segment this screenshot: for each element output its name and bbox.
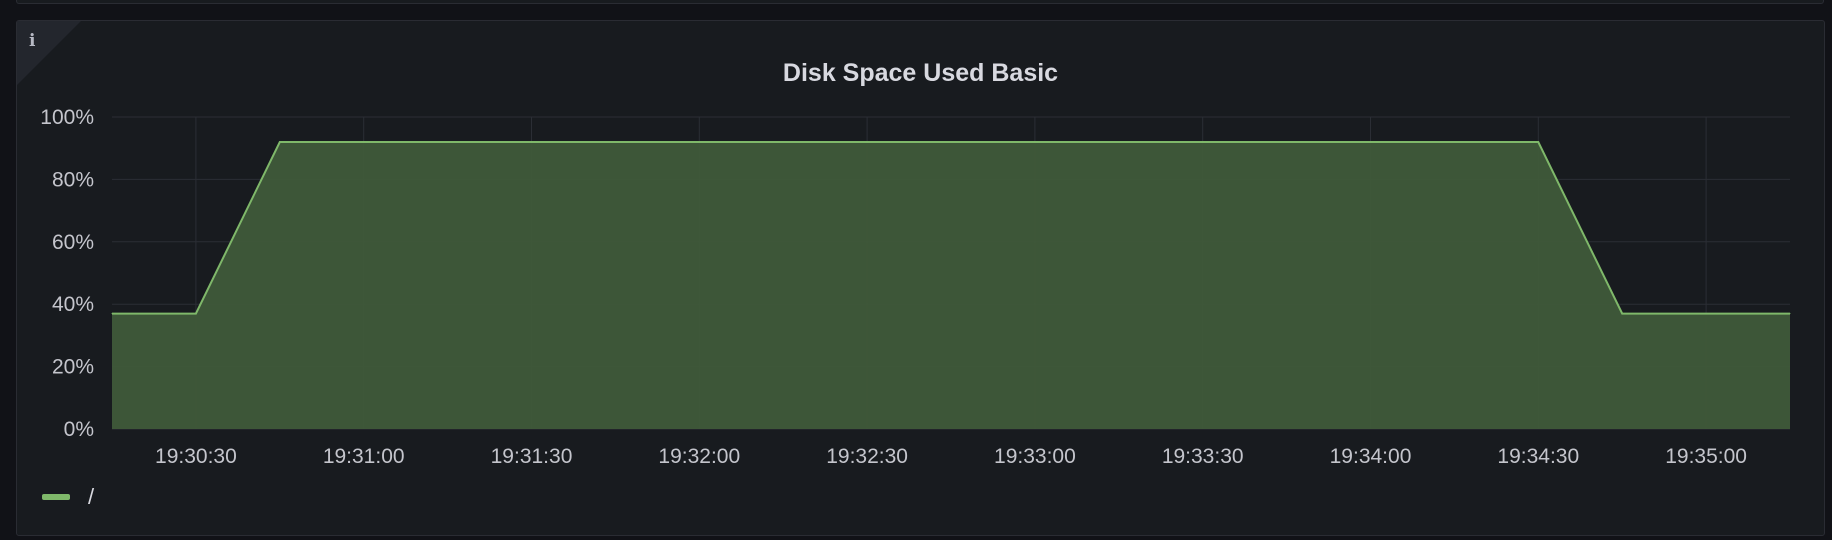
x-tick-label: 19:34:00 bbox=[1330, 445, 1412, 468]
x-tick-label: 19:33:00 bbox=[994, 445, 1076, 468]
data-point[interactable] bbox=[866, 141, 868, 143]
y-tick-label: 100% bbox=[40, 106, 94, 129]
x-tick-label: 19:31:30 bbox=[491, 445, 573, 468]
x-tick-label: 19:31:00 bbox=[323, 445, 405, 468]
data-point[interactable] bbox=[698, 141, 700, 143]
series-fill bbox=[112, 142, 1790, 429]
legend[interactable]: / bbox=[42, 484, 94, 510]
y-tick-label: 60% bbox=[52, 231, 94, 254]
x-tick-label: 19:33:30 bbox=[1162, 445, 1244, 468]
legend-label[interactable]: / bbox=[88, 484, 94, 510]
data-point[interactable] bbox=[195, 313, 197, 315]
area-chart: 0% 20% 40% 60% 80% 100% 19:30:30 19:31:00 19:31… bbox=[40, 106, 1791, 468]
x-axis-ticks: 19:30:30 19:31:00 19:31:30 19:32:00 19:32:30… bbox=[155, 445, 1747, 468]
legend-swatch bbox=[42, 494, 70, 500]
x-tick-label: 19:32:30 bbox=[826, 445, 908, 468]
x-tick-label: 19:32:00 bbox=[658, 445, 740, 468]
data-point[interactable] bbox=[1705, 313, 1707, 315]
y-tick-label: 20% bbox=[52, 356, 94, 379]
data-point[interactable] bbox=[1789, 313, 1791, 315]
y-tick-label: 40% bbox=[52, 293, 94, 316]
data-point[interactable] bbox=[1621, 313, 1623, 315]
x-tick-label: 19:34:30 bbox=[1497, 445, 1579, 468]
x-tick-label: 19:35:00 bbox=[1665, 445, 1747, 468]
series-area bbox=[111, 141, 1791, 429]
data-point[interactable] bbox=[531, 141, 532, 143]
y-axis-ticks: 0% 20% 40% 60% 80% 100% bbox=[40, 106, 94, 441]
y-tick-label: 80% bbox=[52, 168, 94, 191]
y-tick-label: 0% bbox=[64, 418, 94, 441]
x-tick-label: 19:30:30 bbox=[155, 445, 237, 468]
data-point[interactable] bbox=[1034, 141, 1036, 143]
data-point[interactable] bbox=[279, 141, 281, 143]
data-point[interactable] bbox=[111, 313, 113, 315]
data-point[interactable] bbox=[1370, 141, 1371, 143]
data-point[interactable] bbox=[1537, 141, 1539, 143]
data-point[interactable] bbox=[363, 141, 365, 143]
data-point[interactable] bbox=[1202, 141, 1204, 143]
